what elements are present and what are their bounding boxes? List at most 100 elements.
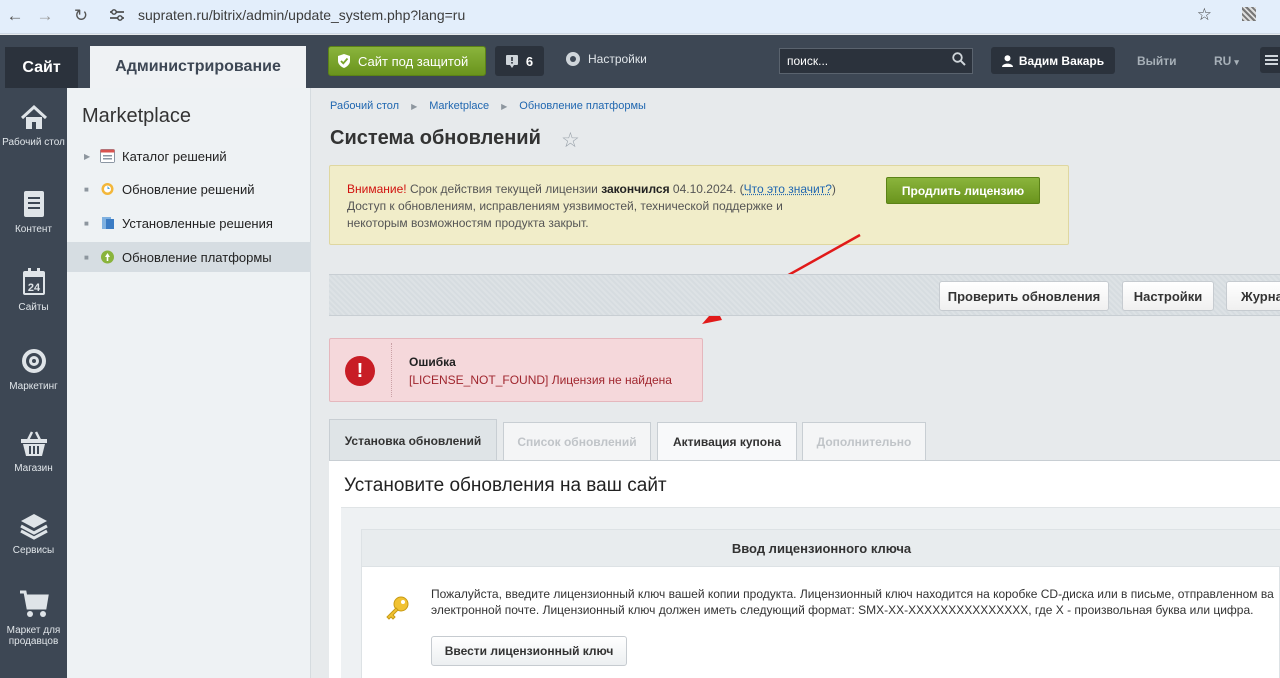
user-name: Вадим Вакарь <box>1019 54 1104 68</box>
home-icon <box>20 104 48 132</box>
sidebar-label: Магазин <box>14 463 53 474</box>
marketplace-menu: Marketplace ▶ Каталог решений ■ Обновлен… <box>67 88 311 678</box>
sidebar-item-marketing[interactable]: Маркетинг <box>0 346 67 392</box>
warning-bold: закончился <box>601 182 669 196</box>
extension-icon[interactable] <box>1242 7 1256 21</box>
breadcrumb-separator-icon: ▶ <box>411 102 417 111</box>
installed-icon <box>100 216 115 230</box>
check-updates-button[interactable]: Проверить обновления <box>939 281 1109 311</box>
key-icon <box>384 595 410 621</box>
sidebar-item-sites[interactable]: 24 Сайты <box>0 267 67 313</box>
gear-icon <box>566 52 580 66</box>
tab-additional[interactable]: Дополнительно <box>802 422 926 461</box>
menu-item-label: Обновление решений <box>122 182 255 197</box>
cart-icon <box>19 588 49 620</box>
menu-item-label: Каталог решений <box>122 149 227 164</box>
enter-license-key-button[interactable]: Ввести лицензионный ключ <box>431 636 627 666</box>
instruction-line: Пожалуйста, введите лицензионный ключ ва… <box>431 587 1274 601</box>
error-icon: ! <box>345 356 375 386</box>
site-tab[interactable]: Сайт <box>5 47 78 88</box>
browser-toolbar: ← → ↻ supraten.ru/bitrix/admin/update_sy… <box>0 0 1280 34</box>
instruction-line: электронной почте. Лицензионный ключ дол… <box>431 603 1254 617</box>
tab-updates-list[interactable]: Список обновлений <box>503 422 651 461</box>
sidebar-item-seller-market[interactable]: Маркет для продавцов <box>0 588 67 647</box>
protect-label: Сайт под защитой <box>358 54 468 69</box>
settings-label: Настройки <box>588 52 647 66</box>
menu-item-solutions-update[interactable]: ■ Обновление решений <box>67 174 311 204</box>
tab-install-updates[interactable]: Установка обновлений <box>329 419 497 461</box>
tab-coupon-activation[interactable]: Активация купона <box>657 422 797 461</box>
site-info-icon[interactable] <box>104 2 130 28</box>
logout-link[interactable]: Выйти <box>1137 54 1177 68</box>
forward-icon[interactable]: → <box>30 6 60 26</box>
calendar-icon: 24 <box>20 267 48 297</box>
sidebar-label: Рабочий стол <box>2 137 65 148</box>
admin-top-panel: Сайт Администрирование Сайт под защитой … <box>0 35 1280 88</box>
breadcrumb: Рабочий стол ▶ Marketplace ▶ Обновление … <box>330 100 646 112</box>
content-inner: Ввод лицензионного ключа Пожалуйста, вве… <box>341 507 1280 678</box>
error-title: Ошибка <box>409 355 456 369</box>
sidebar-item-desktop[interactable]: Рабочий стол <box>0 104 67 148</box>
breadcrumb-separator-icon: ▶ <box>501 102 507 111</box>
user-menu-button[interactable]: Вадим Вакарь <box>991 47 1115 74</box>
sidebar-item-shop[interactable]: Магазин <box>0 428 67 474</box>
settings-button[interactable]: Настройки <box>566 52 647 66</box>
back-icon[interactable]: ← <box>0 6 30 26</box>
favorite-star-icon[interactable]: ☆ <box>561 128 580 153</box>
warning-text: Внимание! Срок действия текущей лицензии… <box>347 181 852 232</box>
bullet-icon: ■ <box>84 219 91 228</box>
search-icon[interactable] <box>952 52 966 66</box>
divider <box>391 343 392 397</box>
sidebar-item-services[interactable]: Сервисы <box>0 512 67 556</box>
extend-license-button[interactable]: Продлить лицензию <box>886 177 1040 204</box>
main-icon-sidebar: Рабочий стол Контент 24 Сайты Маркетинг … <box>0 88 67 678</box>
url-text[interactable]: supraten.ru/bitrix/admin/update_system.p… <box>138 7 465 23</box>
platform-update-icon <box>100 250 115 264</box>
chevron-down-icon: ▾ <box>1234 57 1239 67</box>
notifications-button[interactable]: 6 <box>495 46 544 76</box>
warning-text-part: ) <box>832 182 836 196</box>
content-title: Установите обновления на ваш сайт <box>344 475 667 497</box>
warning-line: некоторым возможностям продукта закрыт. <box>347 216 589 230</box>
menu-item-label: Установленные решения <box>122 216 273 231</box>
bookmark-star-icon[interactable]: ☆ <box>1197 5 1212 25</box>
notification-icon <box>506 55 518 68</box>
user-icon <box>1002 55 1013 67</box>
warning-line: Доступ к обновлениям, исправлениям уязви… <box>347 199 783 213</box>
settings-button[interactable]: Настройки <box>1122 281 1214 311</box>
menu-icon[interactable] <box>1260 47 1280 73</box>
expand-arrow-icon[interactable]: ▶ <box>84 152 91 161</box>
menu-item-catalog[interactable]: ▶ Каталог решений <box>67 141 311 171</box>
reload-icon[interactable]: ↻ <box>66 6 96 26</box>
basket-icon <box>19 428 49 458</box>
language-selector[interactable]: RU ▾ <box>1214 54 1239 68</box>
sidebar-item-content[interactable]: Контент <box>0 189 67 235</box>
breadcrumb-platform-update[interactable]: Обновление платформы <box>519 100 646 112</box>
bullet-icon: ■ <box>84 185 91 194</box>
target-icon <box>20 346 48 376</box>
address-bar[interactable]: supraten.ru/bitrix/admin/update_system.p… <box>104 3 1224 27</box>
sidebar-label: Сайты <box>18 302 48 313</box>
catalog-icon <box>100 149 115 163</box>
what-does-it-mean-link[interactable]: Что это значит? <box>744 182 832 196</box>
warning-date: 04.10.2024. ( <box>670 182 744 196</box>
site-protected-button[interactable]: Сайт под защитой <box>328 46 486 76</box>
sidebar-label: Маркет для продавцов <box>4 625 64 647</box>
sidebar-label: Сервисы <box>13 545 54 556</box>
search-input[interactable]: поиск... <box>779 48 973 74</box>
admin-tab[interactable]: Администрирование <box>90 46 306 88</box>
breadcrumb-desktop[interactable]: Рабочий стол <box>330 100 399 112</box>
menu-item-installed[interactable]: ■ Установленные решения <box>67 208 311 238</box>
warning-text-part: Срок действия текущей лицензии <box>407 182 602 196</box>
language-label: RU <box>1214 54 1231 68</box>
menu-item-platform-update[interactable]: ■ Обновление платформы <box>67 242 311 272</box>
journal-button[interactable]: Журна <box>1226 281 1280 311</box>
license-key-box: Ввод лицензионного ключа Пожалуйста, вве… <box>361 529 1280 678</box>
warning-prefix: Внимание! <box>347 182 407 196</box>
error-text: [LICENSE_NOT_FOUND] Лицензия не найдена <box>409 373 672 387</box>
svg-text:24: 24 <box>27 282 40 294</box>
document-icon <box>20 189 48 219</box>
breadcrumb-marketplace[interactable]: Marketplace <box>429 100 489 112</box>
action-toolbar: Проверить обновления Настройки Журна <box>329 274 1280 316</box>
page-title: Система обновлений <box>330 127 541 150</box>
